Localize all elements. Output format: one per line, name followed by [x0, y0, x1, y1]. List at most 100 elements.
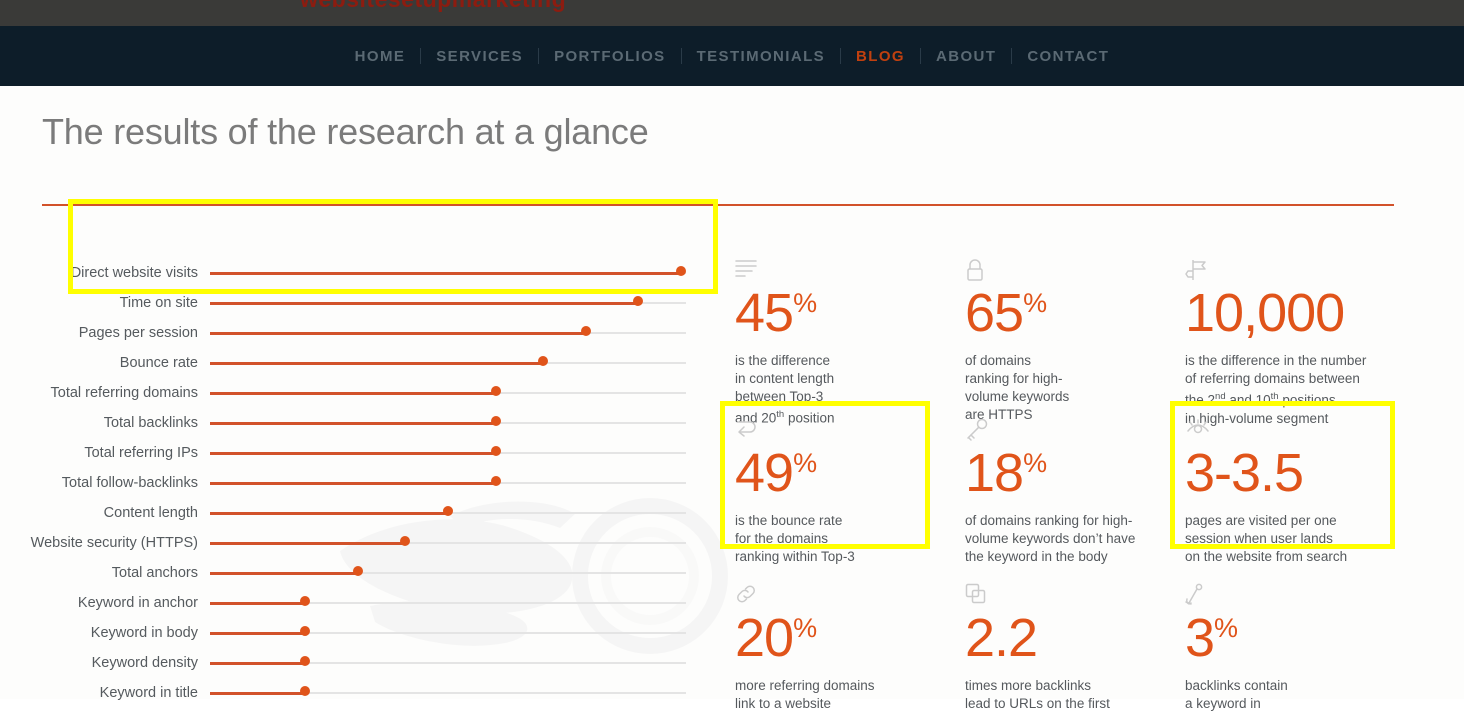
- content-lines-icon: [735, 258, 950, 284]
- stat-card-description-line: in content length: [735, 371, 835, 386]
- nav-item-testimonials[interactable]: TESTIMONIALS: [682, 48, 840, 65]
- stat-card-number: 2.2: [965, 611, 1180, 665]
- stat-card-description: of domains ranking for high-volume keywor…: [965, 352, 1180, 424]
- stat-card-description-line: the 2nd and 10th positions: [1185, 391, 1336, 408]
- stat-card-value: 20: [735, 608, 794, 668]
- chart-category-label: Website security (HTTPS): [30, 535, 198, 551]
- stat-card-description-line: link to a website: [735, 696, 832, 711]
- stat-card: 10,000 is the difference in the number of …: [1185, 258, 1415, 428]
- chart-bar-fill: [210, 481, 496, 485]
- chart-track: [210, 503, 686, 523]
- stat-card-description: backlinks contain a keyword in: [1185, 677, 1415, 713]
- chart-track: [210, 623, 686, 643]
- chart-track: [210, 653, 686, 673]
- chart-category-label: Total follow-backlinks: [61, 475, 198, 491]
- nav-item-services[interactable]: SERVICES: [421, 48, 538, 65]
- nav-item-contact[interactable]: CONTACT: [1012, 48, 1124, 65]
- chart-row: Content length: [0, 498, 720, 528]
- stat-card-description-line: the keyword in the body: [965, 549, 1108, 564]
- chart-row: Total backlinks: [0, 408, 720, 438]
- chart-row: Keyword in body: [0, 618, 720, 648]
- stat-card-description-line: between Top-3: [735, 389, 824, 404]
- stat-card-description-line: of domains ranking for high-: [965, 513, 1133, 528]
- chart-track: [210, 563, 686, 583]
- chart-bar-fill: [210, 331, 587, 335]
- stat-card-suffix: %: [1214, 613, 1238, 643]
- anchor-icon: [1185, 583, 1415, 609]
- stat-card-description: of domains ranking for high-volume keywo…: [965, 512, 1180, 566]
- chart-bar-fill: [210, 301, 639, 305]
- stat-card-description: more referring domains link to a website: [735, 677, 950, 713]
- stat-card-description-line: volume keywords don’t have: [965, 531, 1136, 546]
- nav-item-home[interactable]: HOME: [340, 48, 421, 65]
- stat-card-grid: 45% is the difference in content length bet…: [720, 258, 1464, 711]
- stat-card: 49% is the bounce rate for the domains rank…: [735, 418, 950, 566]
- chart-track: [210, 353, 686, 373]
- stat-card-value: 3-3.5: [1185, 443, 1304, 503]
- chart-row: Total anchors: [0, 558, 720, 588]
- stat-card-description: pages are visited per one session when us…: [1185, 512, 1415, 566]
- chart-row: Keyword in anchor: [0, 588, 720, 618]
- stat-card-description-line: pages are visited per one: [1185, 513, 1337, 528]
- stat-card-description-line: times more backlinks: [965, 678, 1092, 693]
- site-logo-bar: websitesetupmarketing: [0, 0, 1464, 26]
- stat-card: 65% of domains ranking for high-volume key…: [965, 258, 1180, 424]
- lollipop-chart: Direct website visits Time on site Pages p…: [0, 258, 720, 701]
- title-divider: [42, 204, 1394, 206]
- signpost-icon: [1185, 258, 1415, 284]
- chart-bar-fill: [210, 541, 406, 545]
- chart-bar-fill: [210, 601, 306, 605]
- chart-value-dot: [300, 596, 311, 606]
- stat-card-description-line: a keyword in: [1185, 696, 1261, 711]
- chart-category-label: Total referring IPs: [84, 445, 198, 461]
- chart-category-label: Total anchors: [111, 565, 198, 581]
- chart-row: Total referring IPs: [0, 438, 720, 468]
- stat-card-value: 45: [735, 283, 794, 343]
- chart-bar-fill: [210, 361, 544, 365]
- stat-card-description-line: ranking within Top-3: [735, 549, 855, 564]
- chart-bar-fill: [210, 661, 306, 665]
- chart-track: [210, 473, 686, 493]
- chart-category-label: Bounce rate: [119, 355, 198, 371]
- chart-track: [210, 683, 686, 703]
- chart-value-dot: [300, 656, 311, 666]
- stat-card-number: 20%: [735, 611, 950, 665]
- nav-item-portfolios[interactable]: PORTFOLIOS: [539, 48, 681, 65]
- stat-card-suffix: %: [1023, 448, 1047, 478]
- chart-category-label: Time on site: [119, 295, 198, 311]
- chart-value-dot: [581, 326, 592, 336]
- nav-item-blog[interactable]: BLOG: [841, 48, 920, 65]
- stat-card-description-line: volume keywords: [965, 389, 1070, 404]
- eye-icon: [1185, 418, 1415, 444]
- nav-item-about[interactable]: ABOUT: [921, 48, 1011, 65]
- stat-card: 3% backlinks contain a keyword in: [1185, 583, 1415, 713]
- lock-icon: [965, 258, 1180, 284]
- stat-card-description-line: session when user lands: [1185, 531, 1333, 546]
- chart-value-dot: [300, 626, 311, 636]
- chart-bar-fill: [210, 571, 358, 575]
- chart-bar-fill: [210, 391, 496, 395]
- chart-value-dot: [352, 566, 363, 576]
- stat-card-description-line: of referring domains between: [1185, 371, 1360, 386]
- chart-bar-fill: [210, 631, 306, 635]
- chart-row: Total referring domains: [0, 378, 720, 408]
- stat-card: 3-3.5 pages are visited per one session wh…: [1185, 418, 1415, 566]
- stat-card-suffix: %: [793, 448, 817, 478]
- chart-category-label: Keyword density: [91, 655, 198, 671]
- main-navigation: HOME SERVICES PORTFOLIOS TESTIMONIALS BLOG AB…: [0, 26, 1464, 86]
- chart-value-dot: [490, 476, 501, 486]
- chart-value-dot: [538, 356, 549, 366]
- chart-track: [210, 443, 686, 463]
- stat-card-number: 3%: [1185, 611, 1415, 665]
- key-icon: [965, 418, 1180, 444]
- stat-card-number: 3-3.5: [1185, 446, 1415, 500]
- link-icon: [735, 583, 950, 609]
- chart-bar-fill: [210, 511, 448, 515]
- chart-track: [210, 383, 686, 403]
- chart-value-dot: [490, 416, 501, 426]
- site-logo-text[interactable]: websitesetupmarketing: [300, 0, 566, 13]
- stat-card-description: is the bounce rate for the domains ranking…: [735, 512, 950, 566]
- chart-value-dot: [490, 446, 501, 456]
- chart-value-dot: [676, 266, 687, 276]
- stat-card-description-line: is the difference: [735, 353, 831, 368]
